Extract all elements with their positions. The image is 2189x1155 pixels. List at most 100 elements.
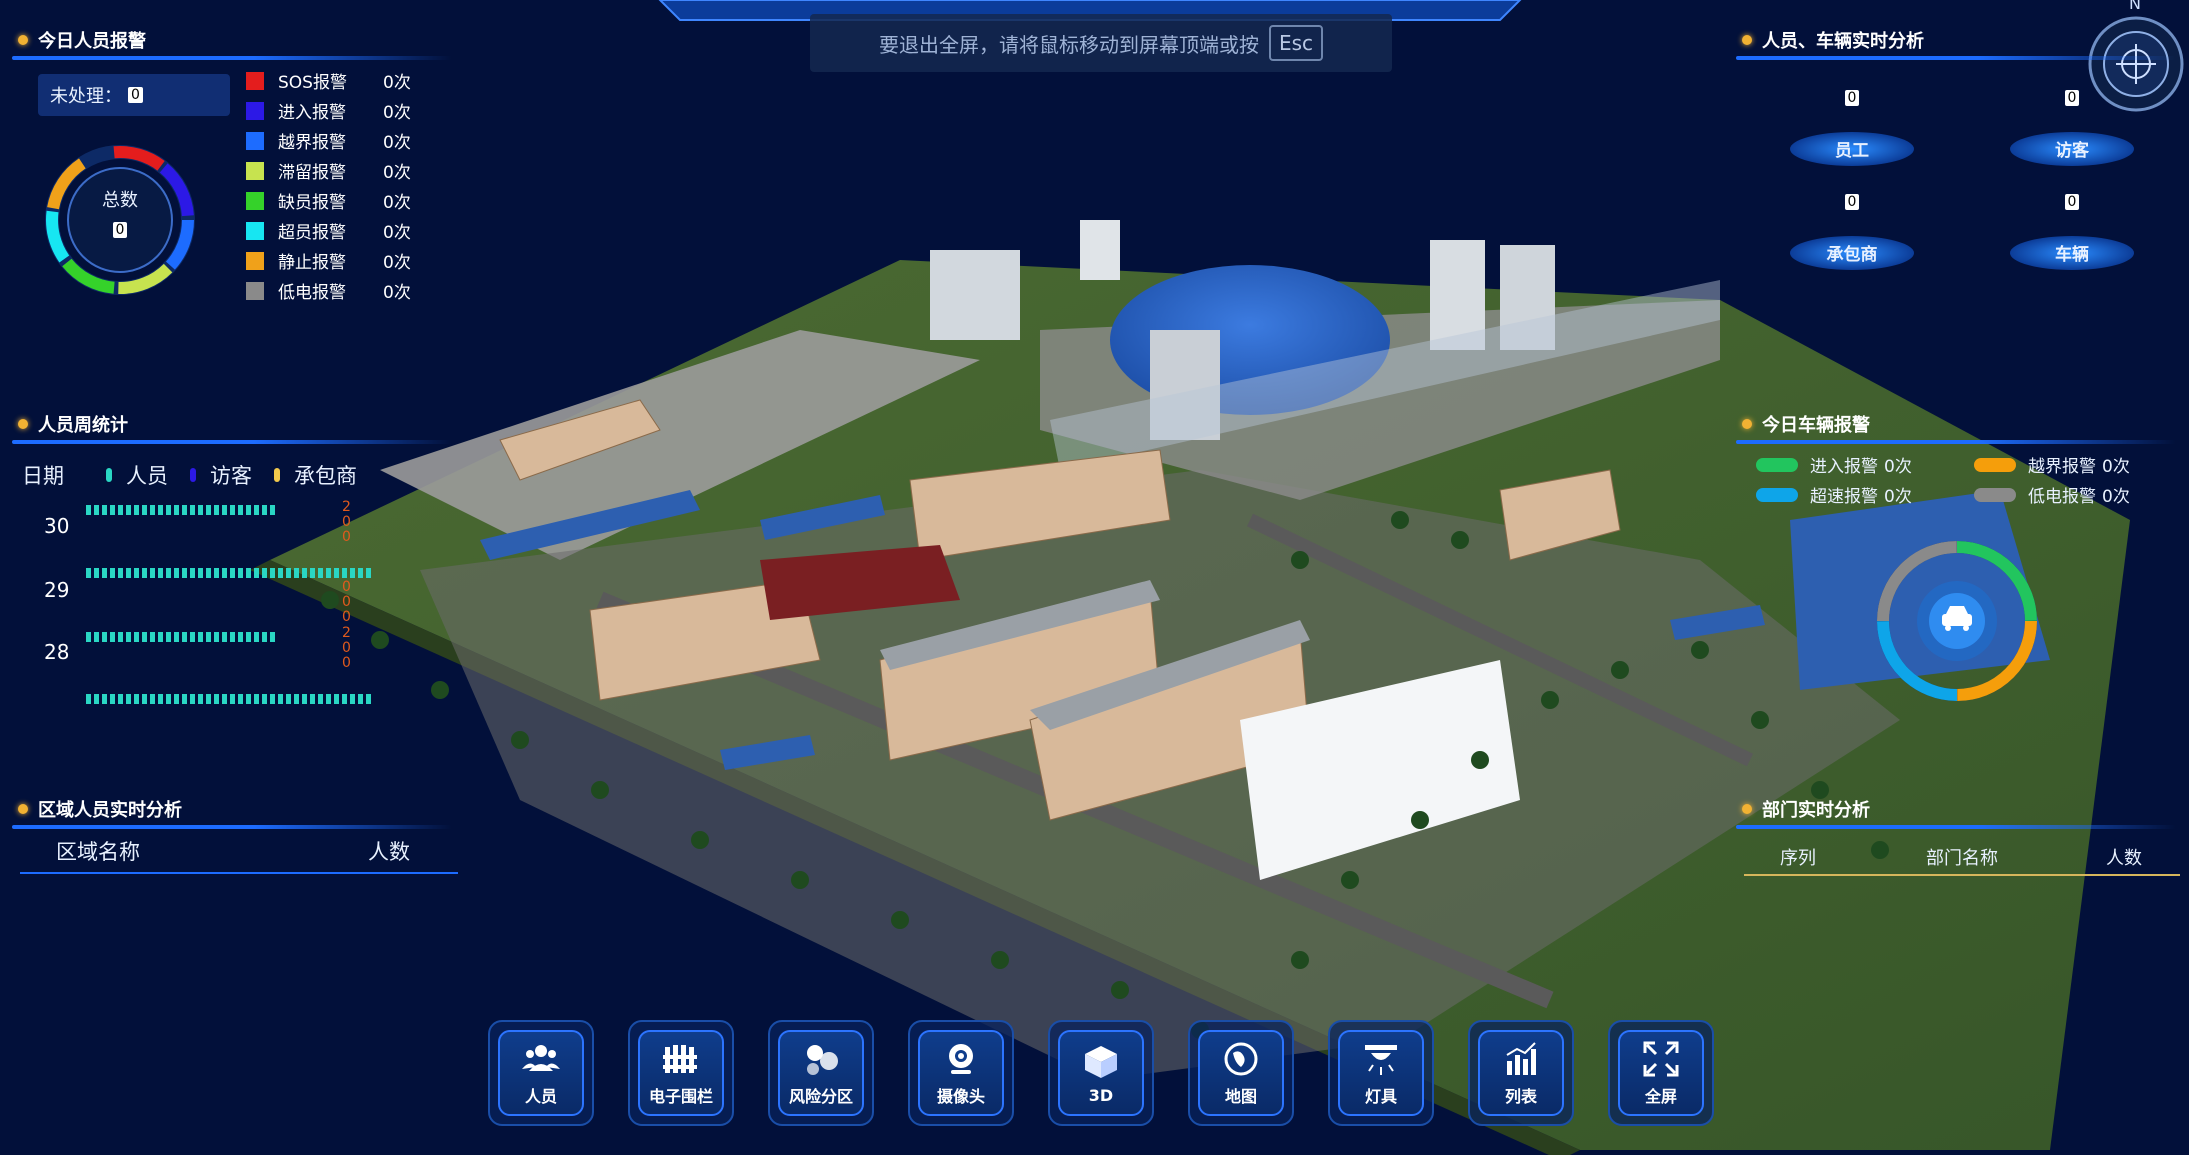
stat-employee-value: 0 xyxy=(1845,90,1859,106)
stat-employee-label: 员工 xyxy=(1835,141,1869,161)
alarm-swatch xyxy=(246,251,264,270)
title-underline xyxy=(12,440,452,444)
dept-col-index: 序列 xyxy=(1780,848,1816,869)
lamp-icon xyxy=(1365,1045,1397,1075)
alarm-panel-title: 今日人员报警 xyxy=(12,26,452,60)
toolbar-people-button[interactable]: 人员 xyxy=(488,1020,594,1126)
weekly-date-29: 29 xyxy=(44,578,70,602)
people-vehicle-panel-title: 人员、车辆实时分析 xyxy=(1736,26,2176,60)
toolbar-fullscreen-button[interactable]: 全屏 xyxy=(1608,1020,1714,1126)
alarm-swatch xyxy=(246,101,264,120)
fullscreen-hint: 要退出全屏，请将鼠标移动到屏幕顶端或按 Esc xyxy=(810,14,1392,72)
vehicle-alarm-legend: 进入报警 0次 越界报警 0次 超速报警 0次 低电报警 0次 xyxy=(1756,452,2176,512)
toolbar-map-label: 地图 xyxy=(1224,1087,1257,1106)
fullscreen-hint-text: 要退出全屏，请将鼠标移动到屏幕顶端或按 xyxy=(878,32,1259,57)
toolbar-fullscreen-label: 全屏 xyxy=(1644,1087,1677,1106)
alarm-swatch xyxy=(246,191,264,210)
chart-icon xyxy=(1506,1042,1536,1075)
legend-label-contractor: 承包商 xyxy=(294,464,357,488)
title-underline xyxy=(1736,440,2176,444)
vehicle-alarm-cross: 越界报警 0次 xyxy=(1974,452,2130,477)
esc-key-badge: Esc xyxy=(1268,25,1324,61)
alarm-total-ring: 总数 0 xyxy=(40,140,200,300)
title-bullet-icon xyxy=(1742,35,1752,45)
toolbar-people-label: 人员 xyxy=(524,1087,557,1106)
alarm-ring-chart xyxy=(45,145,195,295)
legend-dot-contractor xyxy=(274,468,280,482)
weekly-date-label: 日期 xyxy=(22,464,64,488)
dept-table-header: 序列 部门名称 人数 xyxy=(1744,840,2180,876)
alarm-swatch xyxy=(246,161,264,180)
camera-icon xyxy=(949,1044,973,1074)
weekly-value-28: 200 xyxy=(342,625,351,671)
weekly-value-29: 000 xyxy=(342,579,351,625)
alarm-swatch xyxy=(246,281,264,300)
compass-north-label: N xyxy=(2129,0,2141,13)
toolbar-fence-label: 电子围栏 xyxy=(648,1087,713,1106)
vehicle-alarm-lowbattery: 低电报警 0次 xyxy=(1974,482,2130,507)
vehicle-ring-chart xyxy=(1877,541,2037,701)
alarm-total-value: 0 xyxy=(113,222,127,238)
weekly-date-30: 30 xyxy=(44,514,70,538)
stat-contractor-label: 承包商 xyxy=(1826,245,1878,265)
weekly-bar-28 xyxy=(86,632,276,642)
toolbar-risk-zone-label: 风险分区 xyxy=(788,1087,853,1106)
stat-vehicle[interactable]: 0 车辆 xyxy=(2010,188,2134,272)
people-icon xyxy=(522,1045,560,1071)
toolbar-map-button[interactable]: 地图 xyxy=(1188,1020,1294,1126)
alarm-swatch xyxy=(246,71,264,90)
toolbar-fence-button[interactable]: 电子围栏 xyxy=(628,1020,734,1126)
weekly-legend: 日期 人员 访客 承包商 xyxy=(22,460,357,490)
weekly-value-30: 200 xyxy=(342,499,351,545)
stat-visitor-label: 访客 xyxy=(2055,141,2089,161)
unprocessed-value: 0 xyxy=(128,87,143,103)
toolbar-lamp-label: 灯具 xyxy=(1364,1087,1397,1106)
legend-dot-visitor xyxy=(190,468,196,482)
vehicle-alarm-swatch xyxy=(1756,457,1798,472)
weekly-bar-30 xyxy=(86,505,276,515)
toolbar-lamp-button[interactable]: 灯具 xyxy=(1328,1020,1434,1126)
weekly-bar-29a xyxy=(86,568,374,578)
toolbar-3d-button[interactable]: 3D xyxy=(1048,1020,1154,1126)
alarm-swatch xyxy=(246,221,264,240)
alarm-item-shortage: 缺员报警 0次 xyxy=(246,188,411,213)
alarm-swatch xyxy=(246,131,264,150)
dept-panel-title: 部门实时分析 xyxy=(1736,795,2176,829)
area-table-header: 区域名称 人数 xyxy=(20,832,458,874)
legend-dot-people xyxy=(106,468,112,482)
stat-visitor[interactable]: 0 访客 xyxy=(2010,84,2134,168)
vehicle-alarm-enter: 进入报警 0次 xyxy=(1756,452,1912,477)
title-underline xyxy=(12,825,452,829)
vehicle-alarm-swatch xyxy=(1756,487,1798,502)
legend-label-visitor: 访客 xyxy=(210,464,252,488)
dept-col-count: 人数 xyxy=(2106,848,2142,869)
alarm-item-overcrowd: 超员报警 0次 xyxy=(246,218,411,243)
stat-contractor-value: 0 xyxy=(1845,194,1859,210)
cube-icon xyxy=(1085,1045,1117,1078)
stat-vehicle-value: 0 xyxy=(2065,194,2079,210)
toolbar-camera-button[interactable]: 摄像头 xyxy=(908,1020,1014,1126)
unprocessed-box[interactable]: 未处理： 0 xyxy=(38,74,230,116)
title-bullet-icon xyxy=(18,419,28,429)
toolbar-risk-zone-button[interactable]: 风险分区 xyxy=(768,1020,874,1126)
legend-label-people: 人员 xyxy=(126,464,168,488)
stat-visitor-value: 0 xyxy=(2065,90,2079,106)
toolbar-list-button[interactable]: 列表 xyxy=(1468,1020,1574,1126)
title-underline xyxy=(1736,56,2176,60)
alarm-legend: SOS报警 0次 进入报警 0次 越界报警 0次 滞留报警 0次 缺员报警 0次… xyxy=(246,68,446,308)
alarm-item-still: 静止报警 0次 xyxy=(246,248,411,273)
vehicle-alarm-swatch xyxy=(1974,457,2016,472)
unprocessed-label: 未处理： xyxy=(50,86,122,107)
alarm-item-stay: 滞留报警 0次 xyxy=(246,158,411,183)
alarm-item-enter: 进入报警 0次 xyxy=(246,98,411,123)
alarm-item-cross: 越界报警 0次 xyxy=(246,128,411,153)
alarm-item-sos: SOS报警 0次 xyxy=(246,68,411,93)
stat-vehicle-label: 车辆 xyxy=(2055,245,2089,265)
stat-contractor[interactable]: 0 承包商 xyxy=(1790,188,1914,272)
vehicle-alarm-panel-title: 今日车辆报警 xyxy=(1736,410,2176,444)
toolbar-3d-label: 3D xyxy=(1088,1085,1114,1105)
risk-zone-icon xyxy=(807,1045,838,1075)
stat-employee[interactable]: 0 员工 xyxy=(1790,84,1914,168)
area-col-name: 区域名称 xyxy=(56,840,140,864)
globe-icon xyxy=(1224,1042,1258,1076)
